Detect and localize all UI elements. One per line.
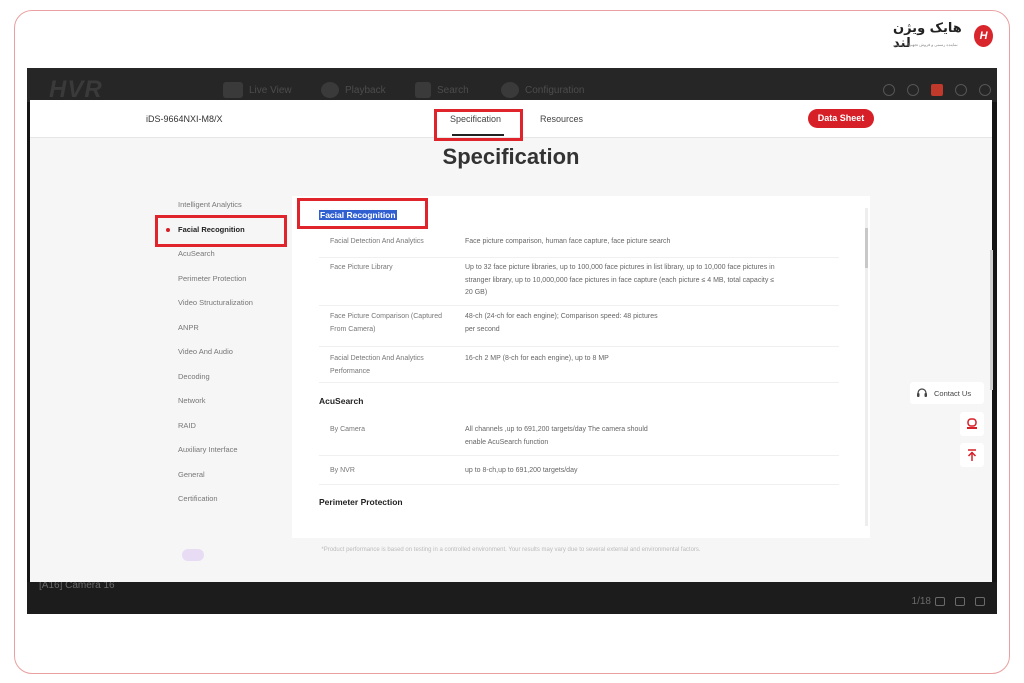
highlight-box-facial-recognition-title [297, 198, 428, 229]
sidenav-item-certification[interactable]: Certification [178, 492, 298, 517]
spec-value: All channels ,up to 691,200 targets/day … [465, 426, 648, 446]
spec-row: Face Picture Comparison (Captured From C… [319, 311, 839, 347]
spec-row: By NVR up to 8-ch,up to 691,200 targets/… [319, 465, 839, 485]
nvr-nav-configuration[interactable]: Configuration [501, 82, 584, 98]
performance-footnote: *Product performance is based on testing… [321, 547, 701, 553]
scroll-thumb[interactable] [865, 228, 868, 268]
download-icon[interactable] [955, 84, 967, 96]
fullscreen-icon[interactable] [975, 597, 985, 606]
channel-pager[interactable]: 1/18 [912, 596, 931, 607]
page-title: Specification [442, 144, 580, 169]
spec-label: By Camera [330, 426, 366, 433]
nvr-nav-search[interactable]: Search [415, 82, 469, 98]
spec-value: 16-ch 2 MP (8-ch for each engine), up to… [465, 355, 609, 362]
sidenav-item-acusearch[interactable]: AcuSearch [178, 247, 298, 272]
spec-row: By Camera All channels ,up to 691,200 ta… [319, 424, 839, 456]
arrow-up-icon [967, 449, 977, 461]
spec-row: Facial Detection And Analytics Face pict… [319, 236, 839, 258]
nvr-nav-playback[interactable]: Playback [321, 82, 386, 98]
spec-row: Facial Detection And Analytics Performan… [319, 353, 839, 383]
sidenav-item-perimeter-protection[interactable]: Perimeter Protection [178, 272, 298, 297]
layout-icon[interactable] [955, 597, 965, 606]
settings-icon[interactable] [907, 84, 919, 96]
headset-icon [917, 388, 927, 397]
alarm-icon[interactable] [931, 84, 943, 96]
section-title-acusearch: AcuSearch [319, 396, 364, 406]
sidenav-item-general[interactable]: General [178, 468, 298, 493]
spec-content: Facial Recognition Facial Detection And … [292, 196, 870, 538]
spec-value: up to 8-ch,up to 691,200 targets/day [465, 467, 578, 474]
spec-label: Facial Detection And Analytics [330, 238, 424, 245]
contact-us-label: Contact Us [934, 388, 972, 398]
power-icon[interactable] [979, 84, 991, 96]
section-title-perimeter-protection: Perimeter Protection [319, 497, 403, 507]
model-name: iDS-9664NXI-M8/X [146, 114, 223, 124]
brand-mark-icon: H [974, 25, 993, 47]
spec-label: Facial Detection And Analytics Performan… [330, 355, 424, 375]
playback-icon [321, 82, 339, 98]
sidenav-item-network[interactable]: Network [178, 394, 298, 419]
spec-modal: iDS-9664NXI-M8/X Specification Resources… [30, 100, 993, 582]
page-scrollbar[interactable] [990, 250, 993, 390]
chat-icon [967, 418, 977, 429]
spec-row: Face Picture Library Up to 32 face pictu… [319, 262, 839, 306]
tab-resources[interactable]: Resources [540, 114, 583, 124]
spec-label: Face Picture Library [330, 264, 393, 271]
sidenav-item-anpr[interactable]: ANPR [178, 321, 298, 346]
spec-value: Face picture comparison, human face capt… [465, 238, 671, 245]
gear-icon [501, 82, 519, 98]
spec-value: Up to 32 face picture libraries, up to 1… [465, 264, 775, 296]
spec-label: By NVR [330, 467, 355, 474]
highlight-box-facial-recognition-nav [155, 215, 287, 247]
loop-icon[interactable] [935, 597, 945, 606]
brand-logo: هایک ویژن لند H نماینده رسمی و فروش تجهی… [893, 21, 993, 51]
sidenav-item-auxiliary-interface[interactable]: Auxiliary Interface [178, 443, 298, 468]
nvr-topbar: HVR Live View Playback Search Configurat… [27, 68, 997, 103]
data-sheet-button[interactable]: Data Sheet [808, 109, 874, 128]
content-scrollbar[interactable] [865, 208, 868, 526]
camera-icon [223, 82, 243, 98]
highlight-box-specification-tab [434, 109, 523, 141]
spec-value: 48-ch (24-ch for each engine); Compariso… [465, 313, 658, 333]
search-icon [415, 82, 431, 98]
chat-button[interactable] [960, 412, 984, 436]
back-to-top-button[interactable] [960, 443, 984, 467]
nvr-toolbar [883, 84, 991, 96]
sidenav-item-decoding[interactable]: Decoding [178, 370, 298, 395]
sidenav-item-video-and-audio[interactable]: Video And Audio [178, 345, 298, 370]
contact-us-button[interactable]: Contact Us [910, 382, 984, 404]
nvr-bottom-bar [27, 582, 997, 614]
spec-label: Face Picture Comparison (Captured From C… [330, 313, 443, 333]
sidenav-item-video-structuralization[interactable]: Video Structuralization [178, 296, 298, 321]
brand-tagline: نماینده رسمی و فروش تجهیزات امنیتی [893, 42, 958, 47]
nvr-nav-live-view[interactable]: Live View [223, 82, 292, 98]
sidenav-item-raid[interactable]: RAID [178, 419, 298, 444]
info-icon[interactable] [883, 84, 895, 96]
